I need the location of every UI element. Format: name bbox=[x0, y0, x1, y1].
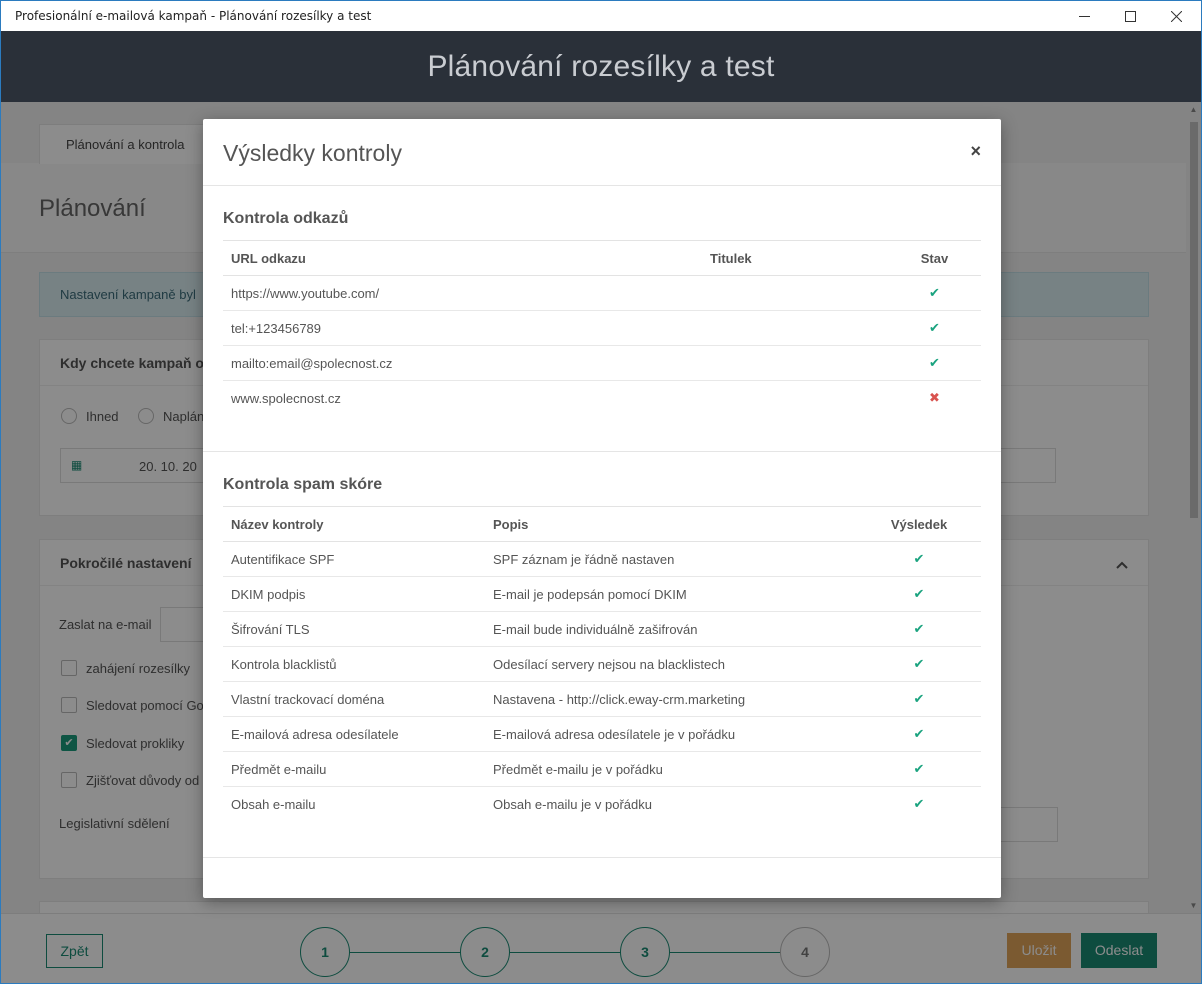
cross-icon: ✖ bbox=[929, 390, 940, 406]
link-url[interactable]: https://www.youtube.com/ bbox=[223, 275, 702, 311]
col-title: Titulek bbox=[702, 240, 888, 276]
col-check-name: Název kontroly bbox=[223, 506, 485, 542]
links-section-title: Kontrola odkazů bbox=[223, 210, 349, 227]
modal-header: Výsledky kontroly × bbox=[203, 119, 1001, 186]
app-header: Plánování rozesílky a test bbox=[1, 31, 1201, 102]
spam-table-row: Předmět e-mailu Předmět e-mailu je v pořá… bbox=[223, 751, 981, 787]
check-name: E-mailová adresa odesílatele bbox=[223, 716, 485, 752]
check-description: SPF záznam je řádně nastaven bbox=[485, 541, 857, 577]
check-name: Kontrola blacklistů bbox=[223, 646, 485, 682]
spam-table-row: Kontrola blacklistů Odesílací servery nej… bbox=[223, 646, 981, 682]
check-name: Předmět e-mailu bbox=[223, 751, 485, 787]
spam-table-row: Vlastní trackovací doména Nastavena - htt… bbox=[223, 681, 981, 717]
check-name: Vlastní trackovací doména bbox=[223, 681, 485, 717]
check-name: Obsah e-mailu bbox=[231, 796, 316, 812]
spam-table-header: Název kontroly Popis Výsledek bbox=[223, 506, 981, 542]
check-description: Předmět e-mailu je v pořádku bbox=[485, 751, 857, 787]
links-table-row: https://www.youtube.com/ ✔ bbox=[223, 275, 981, 311]
col-status: Stav bbox=[888, 240, 981, 276]
check-icon: ✔ bbox=[857, 576, 981, 612]
check-description: E-mailová adresa odesílatele je v pořádk… bbox=[485, 716, 857, 752]
check-icon: ✔ bbox=[857, 611, 981, 647]
spam-table-row: Šifrování TLS E-mail bude individuálně za… bbox=[223, 611, 981, 647]
section-divider bbox=[203, 451, 1001, 452]
check-name: DKIM podpis bbox=[223, 576, 485, 612]
spam-table: Název kontroly Popis Výsledek Autentifik… bbox=[223, 506, 981, 822]
spam-section-title: Kontrola spam skóre bbox=[223, 476, 383, 493]
check-description: E-mail je podepsán pomocí DKIM bbox=[485, 576, 857, 612]
check-icon: ✔ bbox=[888, 275, 981, 311]
check-icon: ✔ bbox=[888, 345, 981, 381]
col-result: Výsledek bbox=[857, 506, 981, 542]
link-title bbox=[702, 345, 888, 381]
link-title bbox=[702, 310, 888, 346]
links-table: URL odkazu Titulek Stav https://www.yout… bbox=[223, 240, 981, 416]
check-name: Šifrování TLS bbox=[223, 611, 485, 647]
app-window: Profesionální e-mailová kampaň - Plánová… bbox=[0, 0, 1202, 984]
spam-table-row: DKIM podpis E-mail je podepsán pomocí DKI… bbox=[223, 576, 981, 612]
window-titlebar: Profesionální e-mailová kampaň - Plánová… bbox=[1, 1, 1201, 31]
check-description: Nastavena - http://click.eway-crm.market… bbox=[485, 681, 857, 717]
link-title bbox=[702, 381, 888, 416]
modal-footer-divider bbox=[203, 857, 1001, 858]
col-url: URL odkazu bbox=[223, 240, 702, 276]
link-url[interactable]: tel:+123456789 bbox=[223, 310, 702, 346]
spam-table-row: Obsah e-mailu Obsah e-mailu je v pořádku ✔ bbox=[223, 787, 981, 822]
links-table-row: www.spolecnost.cz ✖ bbox=[223, 381, 981, 416]
check-name: Autentifikace SPF bbox=[223, 541, 485, 577]
modal-title: Výsledky kontroly bbox=[223, 140, 402, 166]
page-header-title: Plánování rozesílky a test bbox=[427, 49, 775, 83]
link-url: www.spolecnost.cz bbox=[231, 390, 341, 406]
maximize-icon[interactable] bbox=[1107, 1, 1153, 31]
links-table-header: URL odkazu Titulek Stav bbox=[223, 240, 981, 276]
col-description: Popis bbox=[485, 506, 857, 542]
spam-table-row: E-mailová adresa odesílatele E-mailová ad… bbox=[223, 716, 981, 752]
minimize-icon[interactable] bbox=[1061, 1, 1107, 31]
check-icon: ✔ bbox=[857, 751, 981, 787]
check-icon: ✔ bbox=[857, 716, 981, 752]
check-icon: ✔ bbox=[913, 796, 925, 812]
links-table-row: mailto:email@spolecnost.cz ✔ bbox=[223, 345, 981, 381]
check-icon: ✔ bbox=[857, 541, 981, 577]
links-table-row: tel:+123456789 ✔ bbox=[223, 310, 981, 346]
window-title: Profesionální e-mailová kampaň - Plánová… bbox=[15, 9, 372, 23]
close-window-icon[interactable] bbox=[1153, 1, 1199, 31]
results-modal: Výsledky kontroly × Kontrola odkazů URL … bbox=[203, 119, 1001, 898]
link-url[interactable]: mailto:email@spolecnost.cz bbox=[223, 345, 702, 381]
check-description: Obsah e-mailu je v pořádku bbox=[493, 796, 652, 812]
spam-table-row: Autentifikace SPF SPF záznam je řádně nas… bbox=[223, 541, 981, 577]
check-icon: ✔ bbox=[888, 310, 981, 346]
check-description: Odesílací servery nejsou na blacklistech bbox=[485, 646, 857, 682]
check-description: E-mail bude individuálně zašifrován bbox=[485, 611, 857, 647]
link-title bbox=[702, 275, 888, 311]
check-icon: ✔ bbox=[857, 646, 981, 682]
check-icon: ✔ bbox=[857, 681, 981, 717]
close-icon[interactable]: × bbox=[970, 141, 981, 162]
